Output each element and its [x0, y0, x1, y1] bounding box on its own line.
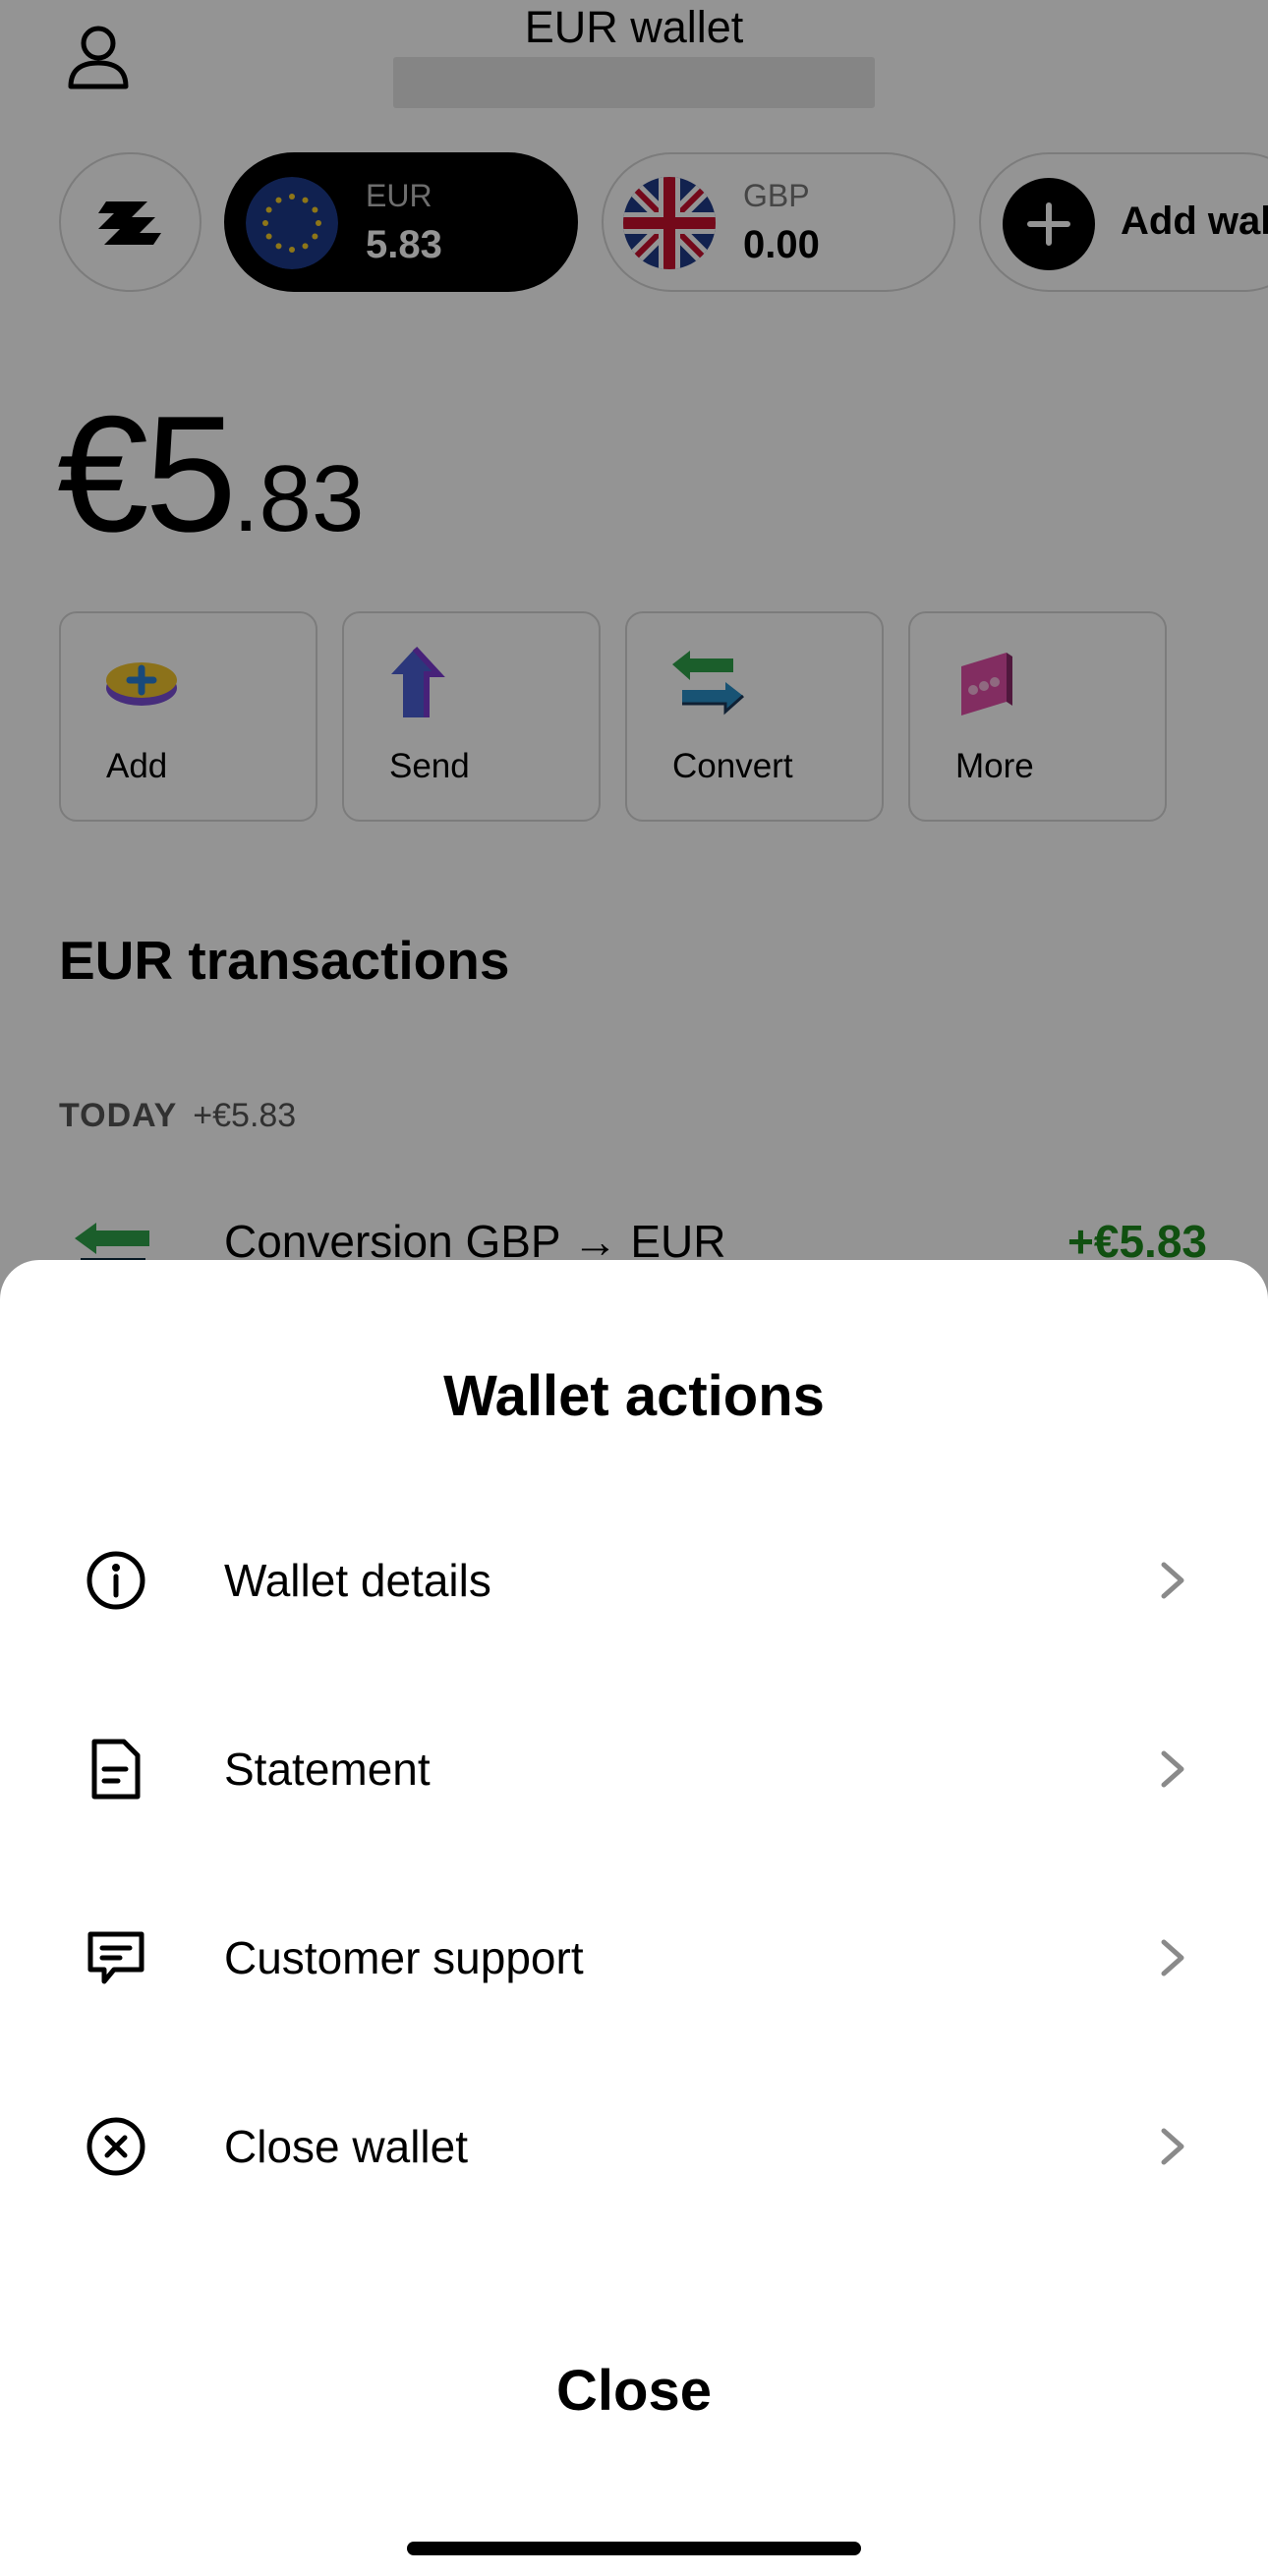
info-icon: [86, 1551, 145, 1610]
statement-label: Statement: [224, 1744, 431, 1795]
document-icon: [91, 1739, 141, 1800]
home-indicator: [407, 2542, 861, 2555]
close-circle-icon: [86, 2117, 145, 2176]
close-wallet-row[interactable]: Close wallet: [0, 2073, 1268, 2220]
wallet-actions-sheet: Wallet actions Wallet details Statement …: [0, 1260, 1268, 2576]
wallet-details-label: Wallet details: [224, 1555, 491, 1606]
customer-support-row[interactable]: Customer support: [0, 1884, 1268, 2032]
chevron-right-icon: [1161, 2128, 1184, 2165]
chevron-right-icon: [1161, 1750, 1184, 1788]
close-wallet-label: Close wallet: [224, 2121, 468, 2172]
chevron-right-icon: [1161, 1939, 1184, 1976]
chat-icon: [87, 1931, 144, 1984]
sheet-title: Wallet actions: [443, 1364, 825, 1428]
statement-row[interactable]: Statement: [0, 1695, 1268, 1843]
wallet-details-row[interactable]: Wallet details: [0, 1507, 1268, 1654]
close-button[interactable]: Close: [0, 2358, 1268, 2424]
chevron-right-icon: [1161, 1562, 1184, 1599]
customer-support-label: Customer support: [224, 1932, 584, 1983]
